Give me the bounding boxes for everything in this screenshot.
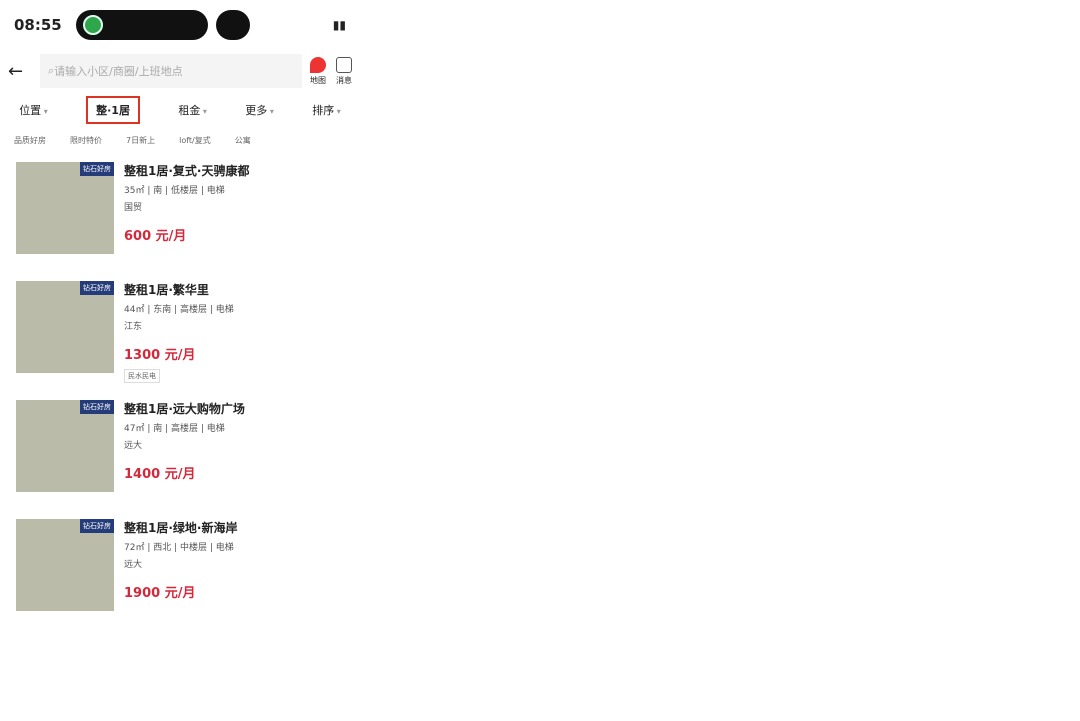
battery-icon: ▮▮ [332,18,346,32]
listing-photo: 钻石好房 [16,519,114,611]
message-button[interactable]: 消息 [336,56,352,86]
filter-location[interactable]: 位置 [19,102,48,118]
screen-1bed: 08:55 ▮▮ ← ⌕ 请输入小区/商圈/上班地点地图消息 位置 整·1居 租金 更多 排… [0,0,360,721]
listing-photo: 钻石好房 [16,162,114,254]
listing-photo: 钻石好房 [16,400,114,492]
map-button[interactable]: 地图 [310,56,326,86]
search-input[interactable]: ⌕ 请输入小区/商圈/上班地点 [40,54,302,88]
list-item[interactable]: 钻石好房 整租1居·远大购物广场 47㎡ | 南 | 高楼层 | 电梯 远大 1400 … [16,400,344,519]
app-icon [82,15,103,35]
list-item[interactable]: 钻石好房 整租1居·繁华里 44㎡ | 东南 | 高楼层 | 电梯 江东 1300 元/… [16,281,344,400]
filter-sort[interactable]: 排序 [312,102,341,118]
time: 08:55 [14,16,62,34]
listing-photo: 钻石好房 [16,281,114,373]
chip[interactable]: 品质好房 [14,135,46,146]
chip[interactable]: 限时特价 [70,135,102,146]
filter-more[interactable]: 更多 [245,102,274,118]
filter-rent[interactable]: 租金 [178,102,207,118]
avatar [215,10,250,40]
list-item[interactable]: 钻石好房 整租1居·复式·天骋康都 35㎡ | 南 | 低楼层 | 电梯 国贸 600 … [16,162,344,281]
back-icon[interactable]: ← [8,61,32,82]
chip[interactable]: loft/复式 [179,135,211,146]
chip[interactable]: 公寓 [235,135,251,146]
filter-type[interactable]: 整·1居 [86,96,140,124]
list-item[interactable]: 钻石好房 整租1居·绿地·新海岸 72㎡ | 西北 | 中楼层 | 电梯 远大 1900… [16,519,344,638]
chip[interactable]: 7日新上 [126,135,155,146]
